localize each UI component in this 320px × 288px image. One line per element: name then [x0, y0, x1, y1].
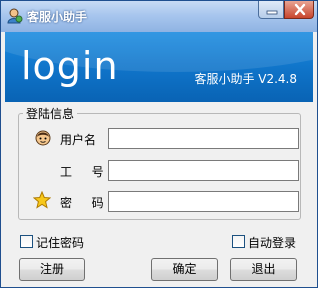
- remember-password-checkbox[interactable]: [20, 235, 33, 248]
- user-face-icon: [35, 130, 51, 146]
- login-banner: login 客服小助手 V2.4.8: [5, 32, 313, 102]
- password-label: 密 码: [60, 196, 108, 210]
- login-window: 客服小助手 login 客服小助手 V2.4.8 登陆信息 用户名 工 号 密 …: [0, 0, 318, 288]
- title-bar[interactable]: 客服小助手: [1, 1, 317, 32]
- banner-version: 客服小助手 V2.4.8: [194, 72, 297, 86]
- banner-heading: login: [21, 44, 119, 88]
- auto-login-checkbox[interactable]: [232, 235, 245, 248]
- login-info-title: 登陆信息: [23, 105, 78, 122]
- window-title: 客服小助手: [27, 10, 88, 24]
- employee-id-input[interactable]: [108, 160, 299, 181]
- confirm-button[interactable]: 确定: [151, 258, 218, 281]
- remember-password-label[interactable]: 记住密码: [36, 234, 84, 251]
- minimize-button[interactable]: [258, 1, 284, 19]
- star-icon: [33, 191, 51, 209]
- auto-login-label[interactable]: 自动登录: [248, 234, 296, 251]
- username-input[interactable]: [108, 128, 299, 149]
- close-button[interactable]: [284, 1, 314, 19]
- close-icon: [294, 3, 306, 16]
- minimize-icon: [266, 10, 278, 15]
- employee-id-label: 工 号: [60, 165, 108, 179]
- password-input[interactable]: [108, 191, 299, 212]
- register-button[interactable]: 注册: [19, 258, 85, 281]
- app-user-icon: [7, 8, 23, 24]
- username-label: 用户名: [60, 133, 97, 147]
- exit-button[interactable]: 退出: [230, 258, 297, 281]
